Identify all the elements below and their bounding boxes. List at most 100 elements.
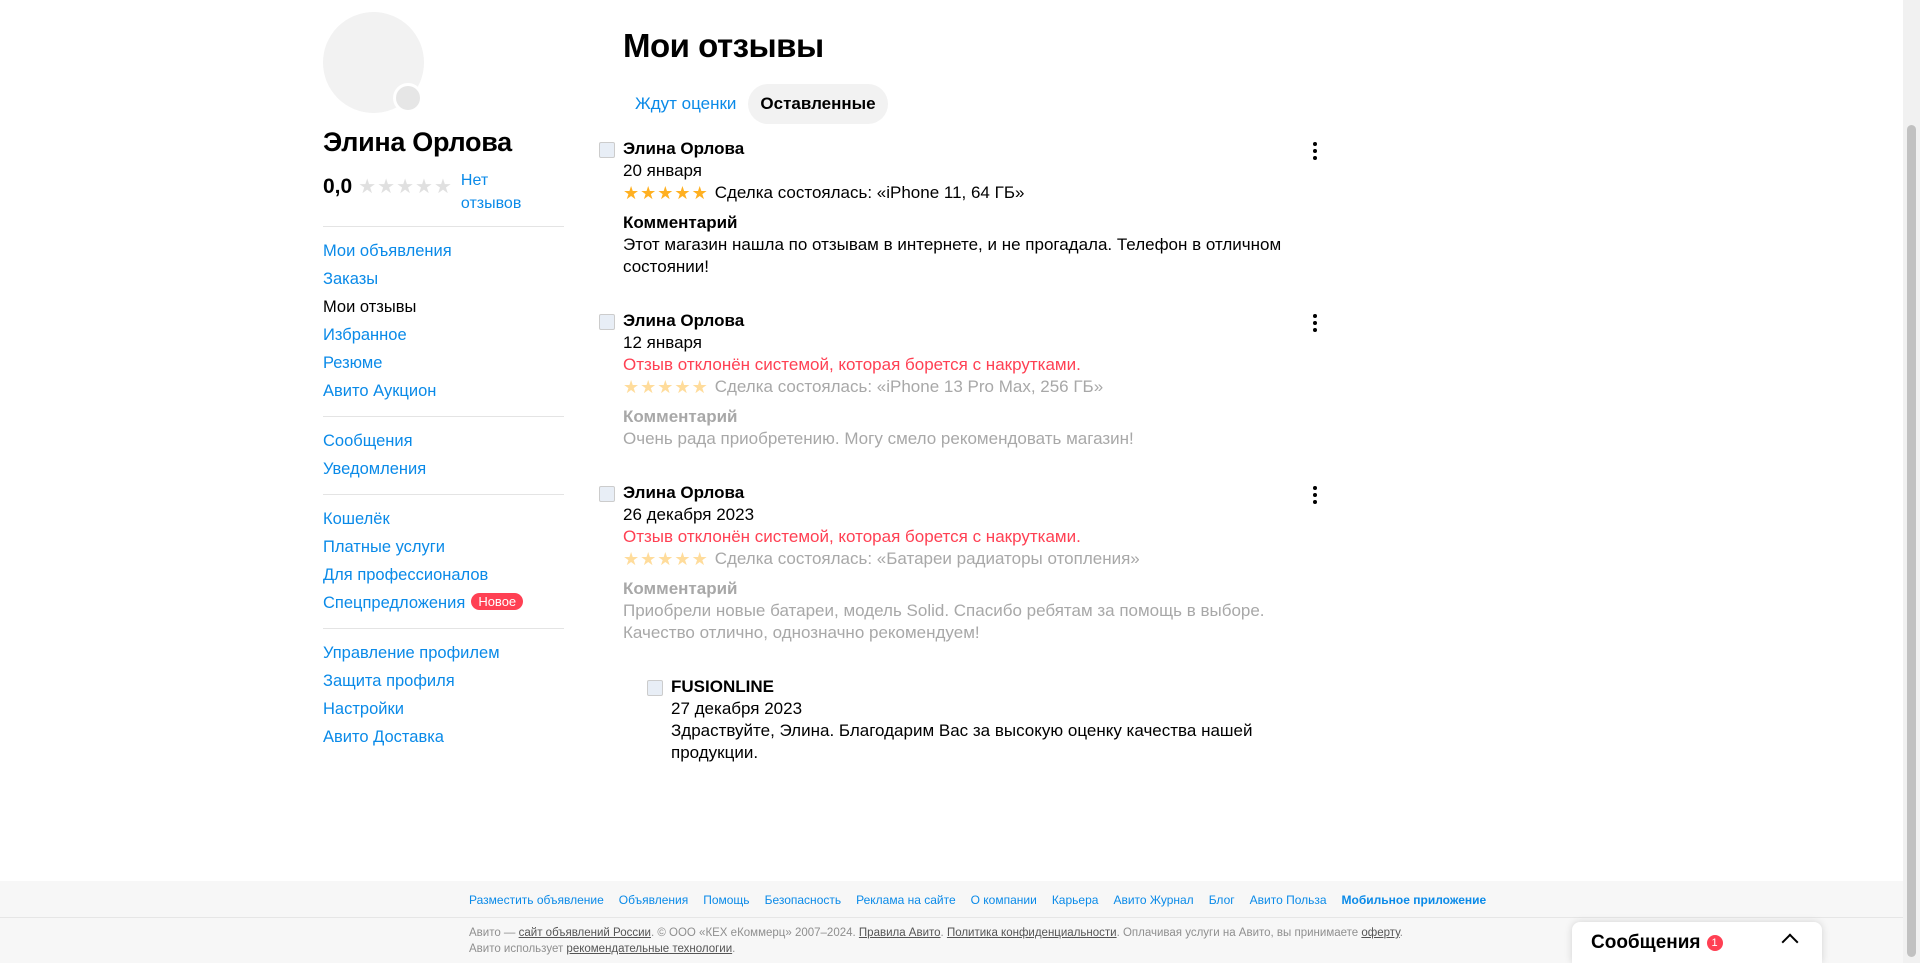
review-deal-row: ★ ★ ★ ★ ★ Сделка состоялась: «iPhone 13 Pro … [623, 376, 1323, 398]
footer-link[interactable]: Авито Журнал [1113, 892, 1193, 908]
more-options-icon[interactable] [1308, 142, 1322, 160]
sidebar-item-label: Спецпредложения [323, 594, 466, 612]
star-icon: ★ [415, 176, 433, 198]
profile-sidebar: Элина Орлова 0,0 ★ ★ ★ ★ ★ Нет отзывов М… [323, 12, 564, 751]
tab-left[interactable]: Оставленные [748, 84, 888, 124]
sidebar-item-label: Авито Доставка [323, 728, 444, 746]
sidebar-item[interactable]: Уведомления [323, 455, 564, 483]
sidebar-item[interactable]: Защита профиля [323, 667, 564, 695]
sidebar-item[interactable]: Кошелёк [323, 505, 564, 533]
sidebar-item[interactable]: Мои отзывы [323, 293, 564, 321]
footer-link[interactable]: Мобильное приложение [1342, 892, 1487, 908]
review-stars: ★ ★ ★ ★ ★ [623, 378, 709, 396]
sidebar-item[interactable]: Резюме [323, 349, 564, 377]
review-rejected-notice: Отзыв отклонён системой, которая борется… [623, 355, 1081, 374]
sidebar-item[interactable]: Для профессионалов [323, 561, 564, 589]
footer-legal: Авито — сайт объявлений России. © ООО «К… [469, 925, 1419, 957]
page-scrollbar[interactable] [1903, 0, 1920, 963]
author-avatar [599, 314, 615, 330]
more-options-icon[interactable] [1308, 486, 1322, 504]
seller-avatar [647, 680, 663, 696]
comment-title: Комментарий [623, 579, 738, 598]
star-icon: ★ [623, 183, 640, 203]
footer-links: Разместить объявление Объявления Помощь Без… [469, 892, 1501, 908]
legal-link[interactable]: рекомендательные технологии [566, 943, 732, 955]
sidebar-item[interactable]: Платные услуги [323, 533, 564, 561]
sidebar-item[interactable]: Авито Аукцион [323, 377, 564, 405]
footer-link[interactable]: Разместить объявление [469, 892, 604, 908]
legal-link[interactable]: оферту [1361, 927, 1399, 939]
footer-link[interactable]: О компании [971, 892, 1037, 908]
star-icon: ★ [396, 176, 415, 198]
sidebar-item[interactable]: Спецпредложения Новое [323, 589, 564, 617]
legal-text: . [732, 943, 736, 955]
star-icon: ★ [640, 549, 657, 569]
footer-link[interactable]: Блог [1209, 892, 1235, 908]
new-badge: Новое [471, 593, 524, 610]
avatar[interactable] [323, 12, 424, 113]
scrollbar-thumb[interactable] [1907, 125, 1916, 957]
sidebar-item-label: Уведомления [323, 460, 427, 478]
review-deal-row: ★ ★ ★ ★ ★ Сделка состоялась: «Батареи радиат… [623, 548, 1323, 570]
review-deal: Сделка состоялась: «iPhone 13 Pro Max, 2… [714, 377, 1104, 396]
footer-link[interactable]: Реклама на сайте [856, 892, 956, 908]
reply-date: 27 декабря 2023 [671, 699, 803, 718]
review-author[interactable]: Элина Орлова [623, 138, 1323, 160]
sidebar-item-label: Избранное [323, 326, 407, 344]
rating-value: 0,0 [323, 175, 353, 198]
footer-link[interactable]: Авито Польза [1250, 892, 1327, 908]
no-reviews-link[interactable]: Нет отзывов [461, 169, 531, 215]
sidebar-item[interactable]: Избранное [323, 321, 564, 349]
sidebar-item[interactable]: Авито Доставка [323, 723, 564, 751]
sidebar-item[interactable]: Управление профилем [323, 639, 564, 667]
sidebar-item-label: Управление профилем [323, 644, 500, 662]
legal-link[interactable]: Политика конфиденциальности [947, 927, 1117, 939]
chevron-up-icon[interactable] [1781, 933, 1799, 951]
star-icon: ★ [691, 377, 708, 397]
reply-author[interactable]: FUSIONLINE [671, 676, 1271, 698]
seller-reply: FUSIONLINE 27 декабря 2023 Здраствуйте, … [647, 676, 1271, 764]
footer-link[interactable]: Безопасность [765, 892, 842, 908]
sidebar-item[interactable]: Мои объявления [323, 237, 564, 265]
sidebar-item-label: Мои отзывы [323, 298, 417, 316]
sidebar-item-label: Резюме [323, 354, 383, 372]
sidebar-item[interactable]: Сообщения [323, 427, 564, 455]
legal-text: . Оплачивая услуги на Авито, вы принимае… [1116, 927, 1362, 939]
comment-title: Комментарий [623, 407, 738, 426]
footer-link[interactable]: Объявления [619, 892, 688, 908]
profile-rating: 0,0 ★ ★ ★ ★ ★ Нет отзывов [323, 169, 564, 215]
sidebar-item[interactable]: Заказы [323, 265, 564, 293]
sidebar-item[interactable]: Настройки [323, 695, 564, 723]
review-stars: ★ ★ ★ ★ ★ [623, 184, 709, 202]
star-icon: ★ [691, 183, 708, 203]
unread-count-badge: 1 [1706, 934, 1723, 951]
tab-awaiting[interactable]: Ждут оценки [623, 84, 748, 124]
star-icon: ★ [657, 377, 674, 397]
footer-link[interactable]: Карьера [1052, 892, 1099, 908]
sidebar-item-label: Заказы [323, 270, 379, 288]
messenger-title: Сообщения [1591, 931, 1701, 953]
star-icon: ★ [674, 549, 691, 569]
review-rejected-notice: Отзыв отклонён системой, которая борется… [623, 527, 1081, 546]
star-icon: ★ [377, 176, 396, 198]
more-options-icon[interactable] [1308, 314, 1322, 332]
footer-link[interactable]: Помощь [703, 892, 749, 908]
review-date: 26 декабря 2023 [623, 505, 755, 524]
review-tabs: Ждут оценки Оставленные [623, 84, 1323, 124]
sidebar-item-label: Защита профиля [323, 672, 455, 690]
review-author[interactable]: Элина Орлова [623, 482, 1323, 504]
star-icon: ★ [657, 549, 674, 569]
messenger-widget[interactable]: Сообщения 1 [1572, 922, 1822, 963]
comment-title: Комментарий [623, 213, 738, 232]
profile-name: Элина Орлова [323, 127, 512, 157]
star-icon: ★ [674, 183, 691, 203]
legal-text: Авито — [469, 927, 519, 939]
review-deal: Сделка состоялась: «Батареи радиаторы от… [714, 549, 1140, 568]
star-icon: ★ [640, 377, 657, 397]
review-deal-row: ★ ★ ★ ★ ★ Сделка состоялась: «iPhone 11, 64 … [623, 182, 1323, 204]
legal-link[interactable]: сайт объявлений России [519, 927, 651, 939]
review-author[interactable]: Элина Орлова [623, 310, 1323, 332]
legal-link[interactable]: Правила Авито [859, 927, 941, 939]
sidebar-divider [323, 494, 564, 495]
author-avatar [599, 142, 615, 158]
